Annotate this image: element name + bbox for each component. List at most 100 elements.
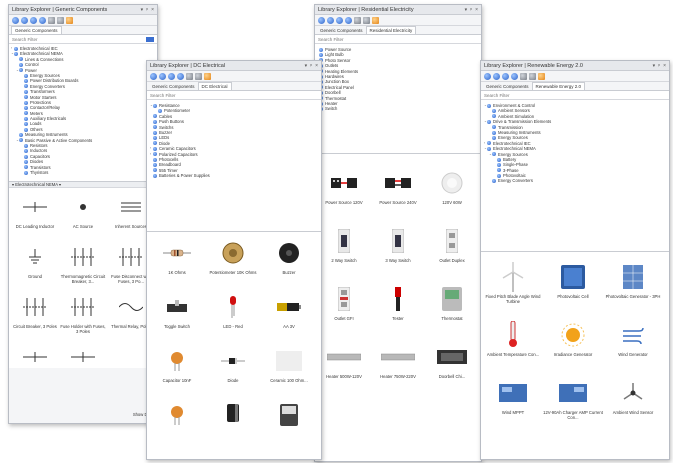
- component-item[interactable]: 12V-90Ah Charger AMP Current Con...: [543, 378, 603, 420]
- pin-icon[interactable]: ᵖ: [470, 7, 472, 13]
- search-input[interactable]: [484, 92, 666, 98]
- component-item[interactable]: [543, 436, 603, 459]
- library-icon[interactable]: [502, 72, 509, 80]
- component-item[interactable]: [261, 400, 317, 432]
- component-item[interactable]: Heater 500W-120V: [317, 342, 371, 379]
- component-item[interactable]: Photovoltaic Generator - 3PH: [603, 262, 663, 299]
- filter-icon[interactable]: [529, 72, 536, 80]
- library-icon[interactable]: [484, 72, 491, 80]
- library-icon[interactable]: [21, 16, 28, 24]
- tab-generic-components[interactable]: Generic Components: [11, 26, 62, 34]
- settings-icon[interactable]: [186, 72, 193, 80]
- component-item[interactable]: Diode: [205, 346, 261, 383]
- component-item[interactable]: [149, 400, 205, 432]
- library-icon[interactable]: [12, 16, 19, 24]
- search-input[interactable]: [150, 92, 318, 98]
- library-icon[interactable]: [345, 16, 352, 24]
- library-icon[interactable]: [39, 16, 46, 24]
- component-item[interactable]: Heater 750W-220V: [371, 342, 425, 379]
- library-icon[interactable]: [159, 72, 166, 80]
- close-icon[interactable]: ×: [315, 63, 318, 69]
- folder-icon[interactable]: [66, 16, 73, 24]
- library-icon[interactable]: [177, 72, 184, 80]
- component-item[interactable]: Irradiance Generator: [543, 320, 603, 357]
- tab-dc-electrical[interactable]: DC Electrical: [197, 82, 232, 90]
- library-icon[interactable]: [336, 16, 343, 24]
- component-item[interactable]: Ambient Temperature Con...: [483, 320, 543, 357]
- tab-renewable-energy[interactable]: Renewable Energy 2.0: [531, 82, 586, 90]
- tree-item[interactable]: Switch: [319, 106, 477, 111]
- component-item[interactable]: [603, 436, 663, 459]
- library-icon[interactable]: [318, 16, 325, 24]
- component-item[interactable]: Photovoltaic Cell: [543, 262, 603, 299]
- folder-icon[interactable]: [538, 72, 545, 80]
- dropdown-icon[interactable]: ▾: [653, 63, 656, 69]
- settings-icon[interactable]: [48, 16, 55, 24]
- tab-residential-electricity[interactable]: Residential Electricity: [365, 26, 417, 34]
- component-item[interactable]: Circuit Breaker, 3 Poles: [11, 292, 59, 329]
- component-item[interactable]: Fuse Holder with Fuses, 3 Poles: [59, 292, 107, 334]
- component-item[interactable]: AC Source: [59, 192, 107, 229]
- component-item[interactable]: [205, 400, 261, 432]
- pin-icon[interactable]: ᵖ: [310, 63, 312, 69]
- component-item[interactable]: Doorbell Chi...: [425, 342, 479, 379]
- component-item[interactable]: Wind MPPT: [483, 378, 543, 415]
- search-input[interactable]: [318, 36, 478, 42]
- component-item[interactable]: Tester: [371, 284, 425, 321]
- component-item[interactable]: Ground: [11, 242, 59, 279]
- pin-icon[interactable]: ᵖ: [146, 7, 148, 13]
- component-item[interactable]: Capacitor 10nF: [149, 346, 205, 383]
- library-icon[interactable]: [493, 72, 500, 80]
- close-icon[interactable]: ×: [475, 7, 478, 13]
- settings-icon[interactable]: [520, 72, 527, 80]
- library-icon[interactable]: [168, 72, 175, 80]
- component-item[interactable]: LED - Red: [205, 292, 261, 329]
- filter-icon[interactable]: [363, 16, 370, 24]
- tree-item[interactable]: Energy Converters: [484, 178, 666, 183]
- component-item[interactable]: Wind Generator: [603, 320, 663, 357]
- close-icon[interactable]: ×: [151, 7, 154, 13]
- library-icon[interactable]: [30, 16, 37, 24]
- folder-icon[interactable]: [372, 16, 379, 24]
- filter-icon[interactable]: [57, 16, 64, 24]
- component-item[interactable]: Buzzer: [261, 238, 317, 275]
- component-item[interactable]: 1K Ohms: [149, 238, 205, 275]
- component-item[interactable]: Ceramic 100 Ohm...: [261, 346, 317, 383]
- library-icon[interactable]: [511, 72, 518, 80]
- tab-generic-components[interactable]: Generic Components: [149, 83, 198, 90]
- component-item[interactable]: Power Source 120V: [317, 168, 371, 205]
- component-item[interactable]: [59, 342, 107, 368]
- library-icon[interactable]: [327, 16, 334, 24]
- tab-generic-components[interactable]: Generic Components: [317, 27, 366, 34]
- dropdown-icon[interactable]: ▾: [305, 63, 308, 69]
- component-item[interactable]: DC Leading Inductor: [11, 192, 59, 229]
- component-item[interactable]: Potentiometer 10K Ohms: [205, 238, 261, 275]
- component-item[interactable]: AA 3V: [261, 292, 317, 329]
- filter-icon[interactable]: [195, 72, 202, 80]
- tree-item[interactable]: Thyristors: [11, 170, 155, 175]
- settings-icon[interactable]: [354, 16, 361, 24]
- view-toggle-icon[interactable]: [146, 36, 154, 42]
- dropdown-icon[interactable]: ▾: [465, 7, 468, 13]
- component-item[interactable]: Outlet Duplex: [425, 226, 479, 263]
- component-item[interactable]: Toggle Switch: [149, 292, 205, 329]
- folder-icon[interactable]: [204, 72, 211, 80]
- tree-item[interactable]: Batteries & Power Supplies: [150, 173, 318, 178]
- component-item[interactable]: 2 Way Switch: [317, 226, 371, 263]
- tab-generic-components[interactable]: Generic Components: [483, 83, 532, 90]
- component-item[interactable]: [483, 436, 543, 459]
- close-icon[interactable]: ×: [663, 63, 666, 69]
- component-item[interactable]: 3 Way Switch: [371, 226, 425, 263]
- component-item[interactable]: Outlet GFI: [317, 284, 371, 321]
- search-input[interactable]: [12, 36, 146, 42]
- component-item[interactable]: Power Source 240V: [371, 168, 425, 205]
- component-item[interactable]: Thermomagnetic Circuit Breaker, 3...: [59, 242, 107, 284]
- component-item[interactable]: Thermostat: [425, 284, 479, 321]
- component-item[interactable]: Fixed Pitch Blade Angle Wind Turbine: [483, 262, 543, 304]
- library-icon[interactable]: [150, 72, 157, 80]
- dropdown-icon[interactable]: ▾: [141, 7, 144, 13]
- component-item[interactable]: [11, 342, 59, 368]
- component-item[interactable]: 120V 60W: [425, 168, 479, 205]
- pin-icon[interactable]: ᵖ: [658, 63, 660, 69]
- component-item[interactable]: Ambient Wind Sensor: [603, 378, 663, 415]
